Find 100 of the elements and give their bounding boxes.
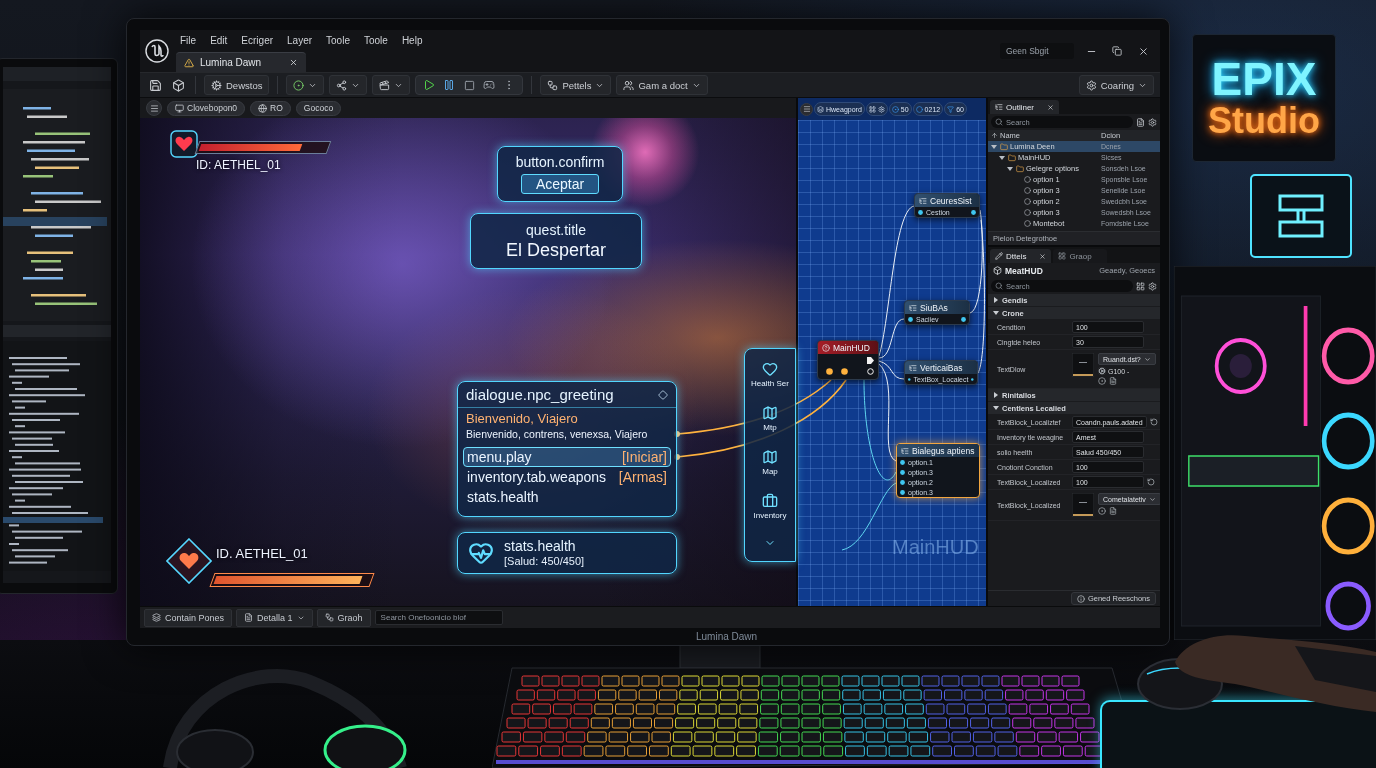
pin-icon[interactable] bbox=[826, 368, 833, 375]
expand-caret-icon[interactable] bbox=[993, 310, 999, 316]
circle-icon bbox=[915, 105, 923, 113]
circle-icon bbox=[1024, 187, 1031, 194]
stop-icon bbox=[463, 79, 475, 91]
node-title: SiuBAs bbox=[920, 302, 948, 313]
player-id-label: ID: AETHEL_01 bbox=[196, 158, 281, 172]
grid-icon[interactable] bbox=[1136, 281, 1145, 291]
sort-arrow-icon bbox=[991, 132, 998, 139]
toolbar-button[interactable]: Dewstos bbox=[204, 75, 270, 95]
expand-caret-icon[interactable] bbox=[993, 392, 999, 398]
viewport-chip[interactable]: Clovebopon0 bbox=[167, 100, 246, 116]
menu-item[interactable]: Ecriger bbox=[241, 34, 274, 46]
view-options-button[interactable] bbox=[865, 102, 888, 116]
users-icon bbox=[623, 79, 635, 91]
brush-swatch-icon[interactable] bbox=[1072, 493, 1094, 517]
reset-icon[interactable] bbox=[1147, 478, 1155, 486]
pin-icon[interactable] bbox=[867, 368, 874, 375]
menu-item[interactable]: Toole bbox=[326, 34, 350, 46]
save-icon bbox=[148, 78, 162, 92]
brush-swatch-icon[interactable] bbox=[1072, 353, 1094, 377]
list-icon bbox=[901, 446, 909, 455]
map-icon bbox=[762, 449, 778, 465]
settings-icon[interactable] bbox=[1148, 117, 1157, 127]
panel-tab[interactable]: Outliner bbox=[990, 100, 1059, 114]
grid-icon bbox=[868, 105, 876, 113]
gear-icon bbox=[1098, 367, 1106, 375]
dialogue-entry[interactable]: inventory.tab.weapons [Armas] bbox=[463, 467, 671, 487]
menu-button[interactable] bbox=[146, 100, 162, 116]
layers-icon bbox=[152, 613, 161, 622]
pin-icon[interactable] bbox=[971, 209, 976, 215]
pin-icon[interactable] bbox=[900, 459, 905, 465]
file-icon[interactable] bbox=[1109, 507, 1117, 515]
bottom-bar-button[interactable]: Graoh bbox=[316, 608, 371, 627]
circle-dot-icon[interactable] bbox=[1098, 377, 1106, 385]
menu-item[interactable]: Layer bbox=[287, 34, 313, 46]
circle-dot-icon[interactable] bbox=[1098, 507, 1106, 515]
pin-icon[interactable] bbox=[900, 469, 905, 475]
side-menu-item[interactable]: Map bbox=[762, 449, 778, 476]
toolbar-menu[interactable]: Pettels bbox=[540, 75, 612, 95]
bottom-bar-button[interactable]: Contain Pones bbox=[144, 608, 233, 627]
viewport-chip[interactable]: Gococo bbox=[295, 100, 342, 116]
close-icon[interactable] bbox=[289, 58, 299, 67]
circle-dot-icon bbox=[891, 105, 899, 113]
file-icon[interactable] bbox=[1136, 117, 1145, 127]
expand-caret-icon[interactable] bbox=[993, 405, 999, 411]
menu-item[interactable]: Edit bbox=[210, 34, 228, 46]
pin-icon[interactable] bbox=[900, 489, 905, 495]
document-tab[interactable]: Lumina Dawn bbox=[176, 52, 307, 72]
close-icon[interactable] bbox=[1047, 103, 1054, 111]
reset-icon[interactable] bbox=[1149, 418, 1158, 426]
side-menu-item[interactable]: Inventory bbox=[753, 492, 787, 520]
graph-node[interactable]: MainHUD bbox=[817, 340, 879, 380]
side-menu-item[interactable]: Mtp bbox=[762, 405, 778, 433]
confirm-button[interactable]: Aceptar bbox=[520, 174, 600, 194]
menu-button[interactable] bbox=[800, 102, 813, 116]
settings-menu[interactable]: Coaring bbox=[1078, 75, 1154, 95]
expand-caret-icon[interactable] bbox=[991, 143, 997, 150]
expand-caret-icon[interactable] bbox=[993, 297, 999, 303]
grid-icon bbox=[1058, 252, 1067, 260]
flow-icon bbox=[324, 613, 334, 622]
pin-icon[interactable] bbox=[908, 376, 911, 382]
panel-tab[interactable]: Dtteis bbox=[990, 249, 1052, 263]
share-dropdown[interactable] bbox=[329, 75, 368, 95]
pin-icon[interactable] bbox=[971, 376, 974, 382]
search-field[interactable]: Search Onefoonicio blof bbox=[374, 610, 503, 625]
panel-tab[interactable]: Graop bbox=[1053, 249, 1107, 263]
card-key-label: button.confirm bbox=[515, 154, 605, 170]
circle-icon bbox=[1024, 209, 1031, 216]
dialogue-entry[interactable]: menu.play [Iniciar] bbox=[463, 447, 671, 467]
title-search-field[interactable]: Geen Sbgit bbox=[1000, 43, 1074, 59]
heart-badge-icon bbox=[166, 538, 212, 584]
dialogue-entry[interactable]: stats.health bbox=[463, 487, 671, 507]
sign-title: EPIX bbox=[1211, 56, 1317, 103]
pin-icon[interactable] bbox=[908, 316, 913, 322]
folder-icon bbox=[1016, 164, 1024, 173]
restore-icon bbox=[1112, 46, 1122, 56]
settings-icon[interactable] bbox=[1148, 281, 1157, 291]
close-icon[interactable] bbox=[1039, 252, 1047, 260]
side-menu-item[interactable]: Health Ser bbox=[751, 361, 789, 389]
menu-item[interactable]: Toole bbox=[363, 34, 388, 46]
expand-caret-icon[interactable] bbox=[999, 154, 1005, 161]
menu-item[interactable]: File bbox=[180, 34, 197, 46]
pin-icon[interactable] bbox=[918, 209, 923, 215]
settings-icon bbox=[1085, 79, 1097, 91]
toolbar-menu[interactable]: Gam a doct bbox=[616, 75, 708, 95]
pin-icon[interactable] bbox=[841, 368, 848, 375]
exec-pin-icon[interactable] bbox=[867, 357, 874, 364]
pin-icon[interactable] bbox=[961, 316, 966, 322]
bottom-bar-button[interactable]: Detalla 1 bbox=[236, 608, 313, 627]
pause-icon bbox=[443, 79, 456, 91]
pin-icon[interactable] bbox=[900, 479, 905, 485]
layers-icon bbox=[817, 105, 824, 113]
file-icon[interactable] bbox=[1109, 377, 1117, 385]
viewport-chip[interactable]: RO bbox=[250, 100, 291, 116]
cinematics-dropdown[interactable] bbox=[372, 75, 411, 95]
add-dropdown[interactable] bbox=[286, 75, 325, 95]
menu-item[interactable]: Help bbox=[401, 34, 423, 46]
expand-caret-icon[interactable] bbox=[1007, 165, 1013, 172]
entry-key: inventory.tab.weapons bbox=[467, 469, 607, 485]
